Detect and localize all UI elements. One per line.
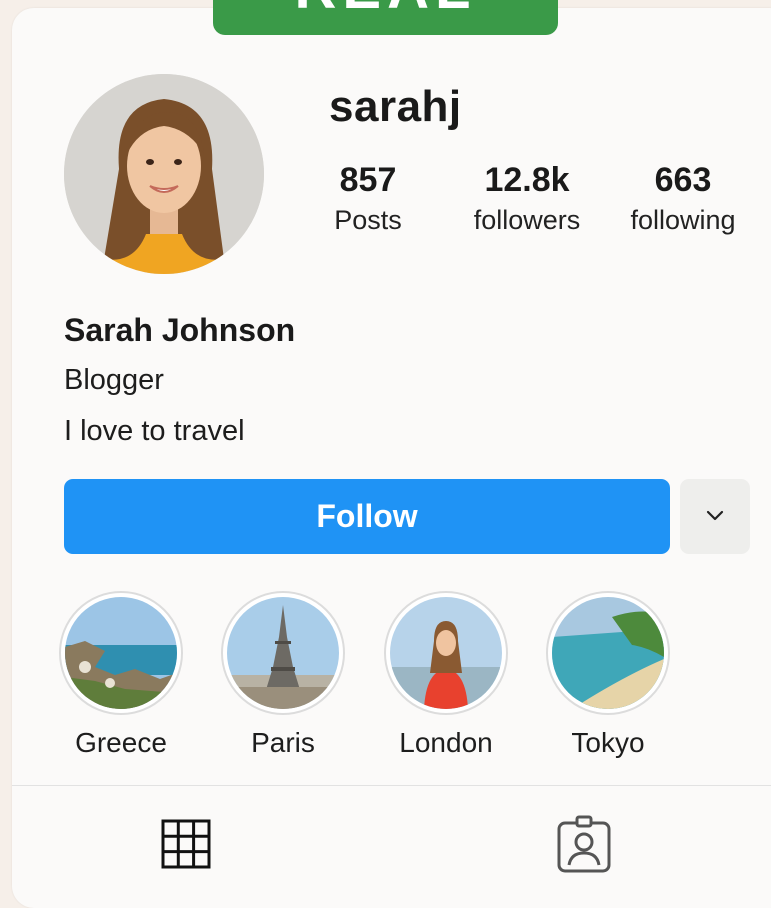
highlight-thumbnail <box>390 597 502 709</box>
stat-followers[interactable]: 12.8k followers <box>452 160 602 240</box>
stat-posts-label: Posts <box>334 205 402 235</box>
highlight-thumbnail <box>65 597 177 709</box>
highlight-label: London <box>399 727 493 758</box>
bio-line: I love to travel <box>64 415 245 447</box>
highlight-ring <box>221 591 345 715</box>
highlight-label: Greece <box>75 727 167 758</box>
verification-banner: REAL <box>213 0 558 35</box>
tab-divider <box>12 785 771 786</box>
highlight-greece[interactable]: Greece <box>41 591 201 759</box>
stat-following-label: following <box>630 205 736 235</box>
grid-icon[interactable] <box>161 819 211 869</box>
stat-followers-value: 12.8k <box>484 161 570 199</box>
highlight-thumbnail <box>227 597 339 709</box>
highlight-tokyo[interactable]: Tokyo <box>528 591 688 759</box>
suggestions-dropdown-button[interactable] <box>680 479 750 554</box>
tagged-person-icon[interactable] <box>555 815 613 873</box>
banner-text: REAL <box>213 0 558 18</box>
highlight-label: Tokyo <box>571 727 645 758</box>
highlight-ring <box>546 591 670 715</box>
stat-posts-value: 857 <box>339 161 397 199</box>
highlight-ring <box>384 591 508 715</box>
highlight-thumbnail <box>552 597 664 709</box>
highlight-ring <box>59 591 183 715</box>
follow-button[interactable]: Follow <box>64 479 670 554</box>
bio-line: Blogger <box>64 364 164 396</box>
profile-username: sarahj <box>329 82 462 131</box>
profile-full-name: Sarah Johnson <box>64 312 296 348</box>
stat-following[interactable]: 663 following <box>608 160 758 240</box>
highlight-label: Paris <box>251 727 315 758</box>
highlight-paris[interactable]: Paris <box>203 591 363 759</box>
stat-followers-label: followers <box>473 205 581 235</box>
stat-posts[interactable]: 857 Posts <box>293 160 443 240</box>
profile-avatar[interactable] <box>64 74 264 274</box>
stat-following-value: 663 <box>654 161 712 199</box>
chevron-down-icon <box>706 510 724 521</box>
highlight-london[interactable]: London <box>366 591 526 759</box>
